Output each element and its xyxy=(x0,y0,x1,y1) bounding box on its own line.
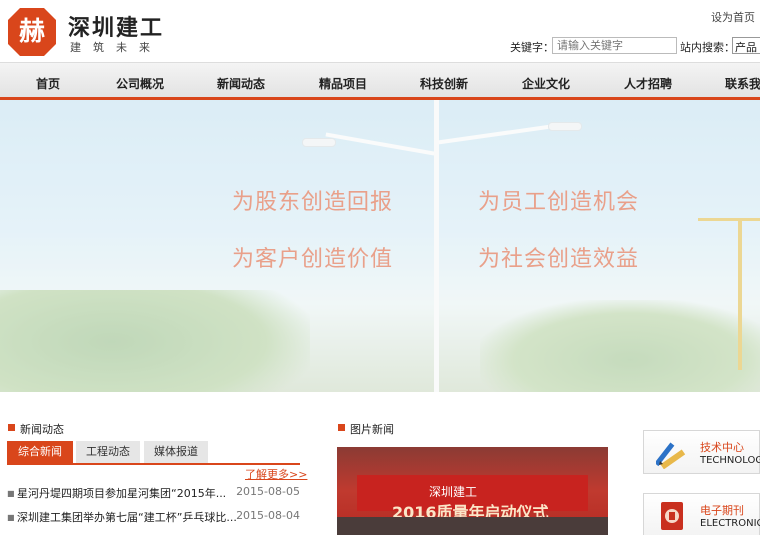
brand-tagline: 建筑未来 xyxy=(70,41,162,54)
photo-crowd xyxy=(337,517,608,535)
slogan-shareholders: 为股东创造回报 xyxy=(232,190,394,215)
nav-item-about[interactable]: 公司概况 xyxy=(116,75,164,92)
news-list-item[interactable]: ■ 星河丹堤四期项目参加星河集团“2015年... 2015-08-05 xyxy=(7,483,300,503)
brand-name: 深圳建工 xyxy=(68,15,165,41)
news-more-link[interactable]: 了解更多>> xyxy=(245,466,307,482)
company-logo[interactable]: 赫 xyxy=(8,8,56,56)
hero-banner[interactable]: 为股东创造回报 为员工创造机会 为客户创造价值 为社会创造效益 xyxy=(0,100,760,392)
tab-underline xyxy=(7,463,300,465)
bullet-icon: ■ xyxy=(7,513,15,522)
news-item-title[interactable]: 深圳建工集团举办第七届“建工杯”乒乓球比... xyxy=(17,509,237,525)
keyword-input[interactable] xyxy=(552,37,677,54)
photo-news-image[interactable]: 深圳建工 2016质量年启动仪式 xyxy=(337,447,608,535)
keyword-label: 关键字： xyxy=(510,41,554,54)
nav-item-innovation[interactable]: 科技创新 xyxy=(420,75,468,92)
sidebar-item-tech-center[interactable]: 技术中心 TECHNOLOGY xyxy=(643,430,760,474)
photo-stage-logo: 深圳建工 xyxy=(429,485,478,499)
news-item-title[interactable]: 星河丹堤四期项目参加星河集团“2015年... xyxy=(17,485,226,501)
news-list-item[interactable]: ■ 深圳建工集团举办第七届“建工杯”乒乓球比... 2015-08-04 xyxy=(7,507,300,527)
set-homepage-link[interactable]: 设为首页 xyxy=(711,9,755,25)
nav-item-careers[interactable]: 人才招聘 xyxy=(624,75,672,92)
slogan-customers: 为客户创造价值 xyxy=(232,247,394,272)
tab-media-reports[interactable]: 媒体报道 xyxy=(144,441,208,463)
news-item-date: 2015-08-05 xyxy=(236,485,300,498)
nav-item-projects[interactable]: 精品项目 xyxy=(319,75,367,92)
logo-glyph: 赫 xyxy=(18,17,45,47)
magazine-icon xyxy=(661,502,683,530)
news-section-title: 新闻动态 xyxy=(8,423,64,436)
site-search-select[interactable]: 产品 xyxy=(732,37,760,54)
e-journal-title: 电子期刊 xyxy=(700,504,744,517)
slogan-employees: 为员工创造机会 xyxy=(478,190,640,215)
tab-project-news[interactable]: 工程动态 xyxy=(76,441,140,463)
news-item-date: 2015-08-04 xyxy=(236,509,300,522)
main-nav: 首页 公司概况 新闻动态 精品项目 科技创新 企业文化 人才招聘 联系我们 xyxy=(0,62,760,100)
photo-news-title: 图片新闻 xyxy=(338,423,394,436)
pencil-ruler-icon xyxy=(656,442,686,469)
site-header: 赫 深圳建工 建筑未来 设为首页 关键字： 站内搜索： 产品 xyxy=(0,0,760,62)
e-journal-subtitle: ELECTRONIC xyxy=(700,518,760,529)
nav-item-culture[interactable]: 企业文化 xyxy=(522,75,570,92)
slogan-society: 为社会创造效益 xyxy=(478,247,640,272)
tech-center-title: 技术中心 xyxy=(700,441,744,454)
tab-general-news[interactable]: 综合新闻 xyxy=(7,441,73,463)
sidebar-item-e-journal[interactable]: 电子期刊 ELECTRONIC xyxy=(643,493,760,535)
tech-center-subtitle: TECHNOLOGY xyxy=(700,455,760,466)
site-search-label: 站内搜索： xyxy=(680,41,735,54)
nav-item-home[interactable]: 首页 xyxy=(36,75,60,92)
nav-item-news[interactable]: 新闻动态 xyxy=(217,75,265,92)
bullet-icon: ■ xyxy=(7,489,15,498)
nav-item-contact[interactable]: 联系我们 xyxy=(725,75,760,92)
